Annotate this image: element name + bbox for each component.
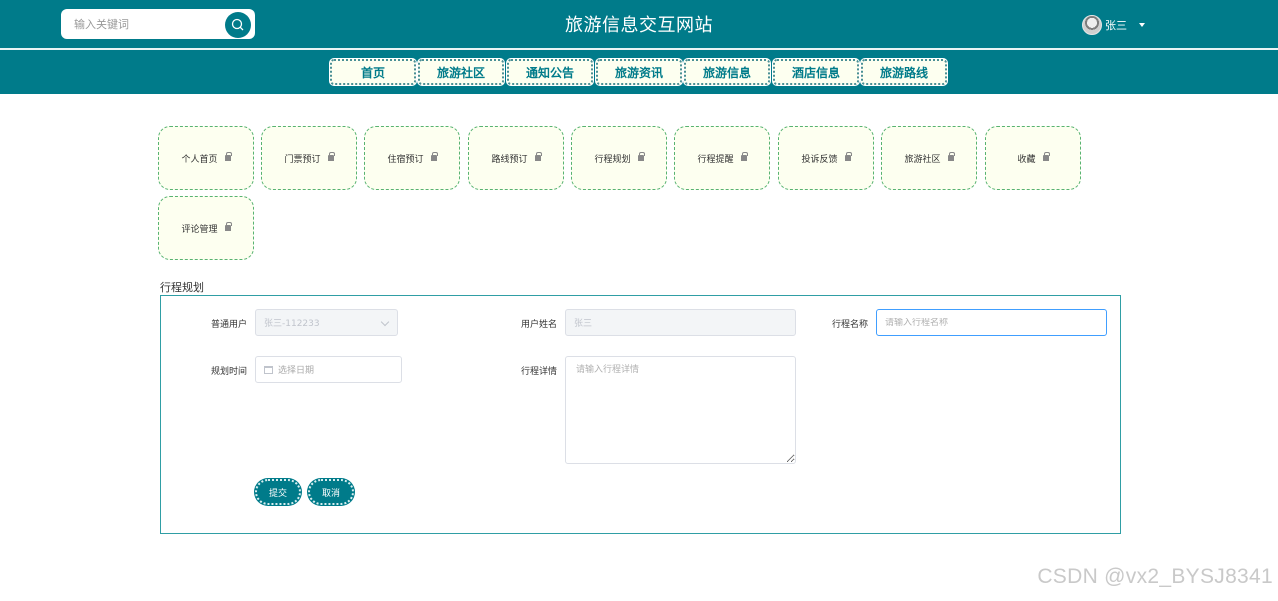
menu-tile-profile[interactable]: 个人首页 [158,126,254,190]
username-label: 用户姓名 [520,320,557,330]
user-type-label: 普通用户 [210,320,247,330]
trip-detail-textarea[interactable] [566,357,795,463]
lock-icon [637,152,645,161]
lock-icon [1042,152,1050,161]
plan-time-label: 规划时间 [210,367,247,377]
nav-item-notices[interactable]: 通知公告 [507,59,593,85]
lock-icon [740,152,748,161]
trip-name-label: 行程名称 [831,320,868,330]
user-type-value: 张三-112233 [264,319,320,329]
menu-tile-label: 旅游社区 [904,154,941,165]
menu-tile-label: 路线预订 [491,154,528,165]
menu-tile-label: 行程提醒 [697,154,734,165]
submit-button[interactable]: 提交 [255,479,301,505]
page-title: 行程规划 [160,281,204,294]
username-value: 张三 [574,319,593,329]
search-icon [231,18,244,31]
nav-item-news[interactable]: 旅游资讯 [596,59,682,85]
menu-tile-tickets[interactable]: 门票预订 [261,126,357,190]
main-nav: 首页 旅游社区 通知公告 旅游资讯 旅游信息 酒店信息 旅游路线 [0,50,1278,94]
menu-tile-label: 住宿预订 [387,154,424,165]
nav-item-routes[interactable]: 旅游路线 [861,59,947,85]
chevron-down-icon [1139,23,1145,27]
lock-icon [947,152,955,161]
menu-tile-label: 投诉反馈 [801,154,838,165]
nav-item-travel-info[interactable]: 旅游信息 [684,59,770,85]
nav-item-community[interactable]: 旅游社区 [418,59,504,85]
user-name: 张三 [1105,19,1127,32]
plan-time-placeholder: 选择日期 [278,366,315,376]
username-field[interactable]: 张三 [565,309,796,336]
menu-tile-label: 行程规划 [594,154,631,165]
menu-tile-label: 收藏 [1017,154,1036,165]
user-menu[interactable]: 张三 [1082,14,1145,36]
menu-tile-label: 个人首页 [181,154,218,165]
user-type-select[interactable]: 张三-112233 [255,309,398,336]
cancel-button[interactable]: 取消 [308,479,354,505]
menu-tile-favorites[interactable]: 收藏 [985,126,1081,190]
menu-tile-comments[interactable]: 评论管理 [158,196,254,260]
nav-item-hotel-info[interactable]: 酒店信息 [773,59,859,85]
lock-icon [844,152,852,161]
menu-tile-trip-planning[interactable]: 行程规划 [571,126,667,190]
menu-tile-lodging[interactable]: 住宿预订 [364,126,460,190]
nav-item-home[interactable]: 首页 [330,59,416,85]
top-header: 旅游信息交互网站 张三 [0,0,1278,48]
menu-tile-label: 评论管理 [181,224,218,235]
lock-icon [224,222,232,231]
menu-tile-route-booking[interactable]: 路线预订 [468,126,564,190]
menu-tile-community[interactable]: 旅游社区 [881,126,977,190]
watermark: CSDN @vx2_BYSJ8341 [1037,565,1273,588]
lock-icon [430,152,438,161]
avatar [1082,15,1102,35]
menu-tile-complaints[interactable]: 投诉反馈 [778,126,874,190]
calendar-icon [264,365,273,374]
trip-detail-label: 行程详情 [520,367,557,377]
menu-tile-label: 门票预订 [284,154,321,165]
search-button[interactable] [225,12,251,38]
lock-icon [224,152,232,161]
lock-icon [327,152,335,161]
trip-detail-box [565,356,796,464]
menu-tile-trip-reminder[interactable]: 行程提醒 [674,126,770,190]
trip-name-input[interactable] [885,317,1106,328]
chevron-down-icon [380,317,390,327]
lock-icon [534,152,542,161]
plan-time-picker[interactable]: 选择日期 [255,356,402,383]
trip-name-field[interactable] [876,309,1107,336]
